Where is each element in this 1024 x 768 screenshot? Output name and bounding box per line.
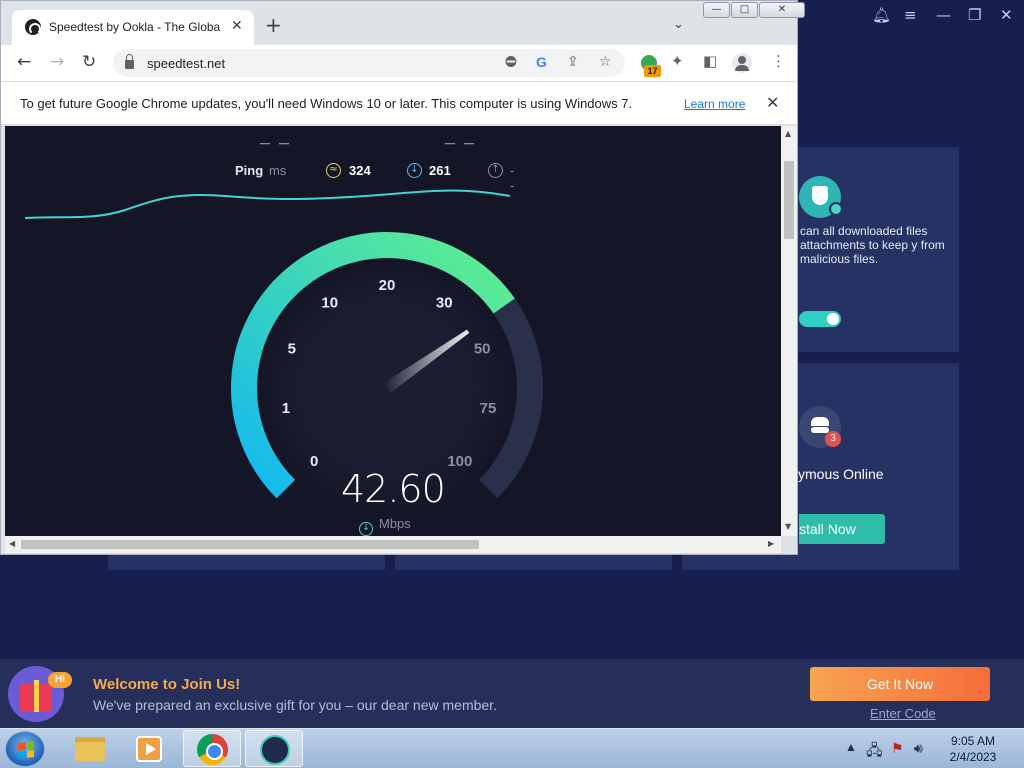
new-tab-icon[interactable]: + — [265, 15, 282, 35]
page-viewport: _ _ _ _ Ping ms ≈ 324 ↓ 261 ↑ -- 0 1 5 1… — [5, 126, 781, 536]
anonymous-online-title: ymous Online — [798, 466, 884, 482]
enter-code-link[interactable]: Enter Code — [870, 706, 936, 721]
forward-icon[interactable]: → — [50, 52, 64, 72]
tab-title: Speedtest by Ookla - The Global — [49, 20, 221, 34]
gauge-tick-20: 20 — [379, 277, 396, 294]
shield-icon — [799, 176, 843, 218]
chrome-icon — [197, 734, 228, 765]
infobar-message: To get future Google Chrome updates, you… — [20, 96, 633, 111]
hi-badge: Hi — [48, 672, 72, 688]
install-now-button[interactable]: stall Now — [799, 514, 885, 544]
url-text: speedtest.net — [147, 56, 226, 71]
get-it-now-button[interactable]: Get It Now — [810, 667, 990, 701]
security-app-icon — [260, 735, 290, 765]
taskbar-explorer[interactable] — [60, 730, 118, 767]
gauge-tick-50: 50 — [474, 341, 491, 358]
gauge-tick-30: 30 — [436, 294, 453, 311]
gauge-tick-5: 5 — [288, 341, 296, 358]
lock-icon[interactable] — [125, 54, 134, 69]
taskbar-chrome[interactable] — [183, 730, 241, 767]
chrome-window: Speedtest by Ookla - The Global ✕ + ⌄ — … — [0, 0, 805, 555]
scan-downloads-toggle[interactable] — [799, 311, 841, 327]
speed-trend-line — [24, 189, 511, 219]
taskbar-media-player[interactable] — [120, 730, 178, 767]
extension-badge: 17 — [644, 65, 661, 77]
close-button[interactable]: ✕ — [759, 2, 805, 18]
scroll-right-icon[interactable]: ▶ — [768, 539, 774, 548]
horizontal-scroll-thumb[interactable] — [21, 540, 479, 549]
minimize-icon[interactable]: — — [936, 6, 951, 24]
gauge-tick-10: 10 — [321, 294, 338, 311]
windows-logo-icon — [18, 741, 34, 759]
system-clock[interactable]: 9:05 AM 2/4/2023 — [940, 733, 1006, 765]
minimize-button[interactable]: — — [703, 2, 730, 18]
promo-title: Welcome to Join Us! — [93, 676, 241, 693]
start-button[interactable] — [5, 731, 45, 767]
side-panel-icon[interactable]: ◧ — [703, 52, 717, 70]
notification-badge: 3 — [825, 431, 841, 447]
address-bar[interactable]: speedtest.net ⛔︎ G ⇪ ☆ — [113, 49, 625, 77]
restore-icon[interactable]: ❐ — [968, 6, 981, 24]
taskbar-security-app[interactable] — [245, 730, 303, 767]
window-controls: — □ ✕ — [703, 2, 806, 20]
vertical-scroll-thumb[interactable] — [784, 161, 794, 239]
speed-unit-label: Mbps — [379, 516, 411, 531]
scroll-up-icon[interactable]: ▲ — [785, 129, 791, 138]
bell-icon[interactable]: 🔔︎ — [872, 6, 891, 24]
clock-date: 2/4/2023 — [949, 750, 997, 764]
close-icon[interactable]: ✕ — [1000, 6, 1013, 24]
folder-icon — [75, 737, 105, 761]
action-center-icon[interactable]: ⚑ — [891, 740, 904, 757]
install-now-label: stall Now — [799, 521, 856, 537]
show-hidden-icons-icon[interactable]: ▲ — [845, 740, 857, 754]
scroll-down-icon[interactable]: ▼ — [785, 522, 791, 531]
more-menu-icon[interactable]: ⋮ — [771, 52, 786, 70]
chrome-titlebar: Speedtest by Ookla - The Global ✕ + ⌄ — … — [1, 1, 805, 45]
current-speed-value: 42.60 — [341, 467, 446, 511]
download-icon: ↓ — [359, 522, 373, 536]
tab-close-icon[interactable]: ✕ — [231, 18, 243, 34]
gauge-tick-100: 100 — [447, 453, 472, 470]
scroll-left-icon[interactable]: ◀ — [9, 539, 15, 548]
back-icon[interactable]: ← — [17, 52, 31, 72]
speedtest-favicon-icon — [25, 19, 41, 35]
blocked-popup-icon[interactable]: ⛔︎ — [505, 54, 517, 70]
speed-unit-row: ↓ Mbps — [359, 516, 411, 536]
bookmark-star-icon[interactable]: ☆ — [599, 54, 612, 70]
learn-more-link[interactable]: Learn more — [684, 97, 745, 111]
vertical-scrollbar[interactable]: ▲ ▼ — [781, 126, 797, 536]
infobar-close-icon[interactable]: ✕ — [766, 93, 779, 112]
gauge-tick-75: 75 — [480, 400, 497, 417]
browser-toolbar: ← → ↻ speedtest.net ⛔︎ G ⇪ ☆ 17 ✦ ◧ ⋮ — [1, 45, 797, 81]
network-icon[interactable]: 🖧︎ — [866, 740, 883, 765]
promo-subtitle: We've prepared an exclusive gift for you… — [93, 697, 497, 713]
profile-avatar-icon[interactable] — [732, 53, 752, 73]
google-lens-icon[interactable]: G — [536, 54, 547, 70]
scan-downloads-description: can all downloaded files attachments to … — [800, 224, 945, 266]
extensions-puzzle-icon[interactable]: ✦ — [671, 52, 684, 70]
clock-time: 9:05 AM — [950, 734, 996, 748]
menu-icon[interactable]: ≡ — [904, 6, 917, 24]
gauge-tick-0: 0 — [310, 453, 318, 470]
maximize-button[interactable]: □ — [731, 2, 758, 18]
browser-tab-speedtest[interactable]: Speedtest by Ookla - The Global ✕ — [12, 10, 254, 45]
gauge-tick-1: 1 — [282, 400, 290, 417]
volume-icon[interactable]: 🔊︎ — [914, 740, 923, 757]
media-player-icon — [136, 736, 162, 762]
tab-search-icon[interactable]: ⌄ — [673, 17, 684, 32]
reload-icon[interactable]: ↻ — [82, 52, 96, 72]
update-infobar: To get future Google Chrome updates, you… — [1, 81, 797, 125]
share-icon[interactable]: ⇪ — [567, 54, 579, 70]
horizontal-scrollbar[interactable]: ◀ ▶ — [5, 536, 781, 553]
